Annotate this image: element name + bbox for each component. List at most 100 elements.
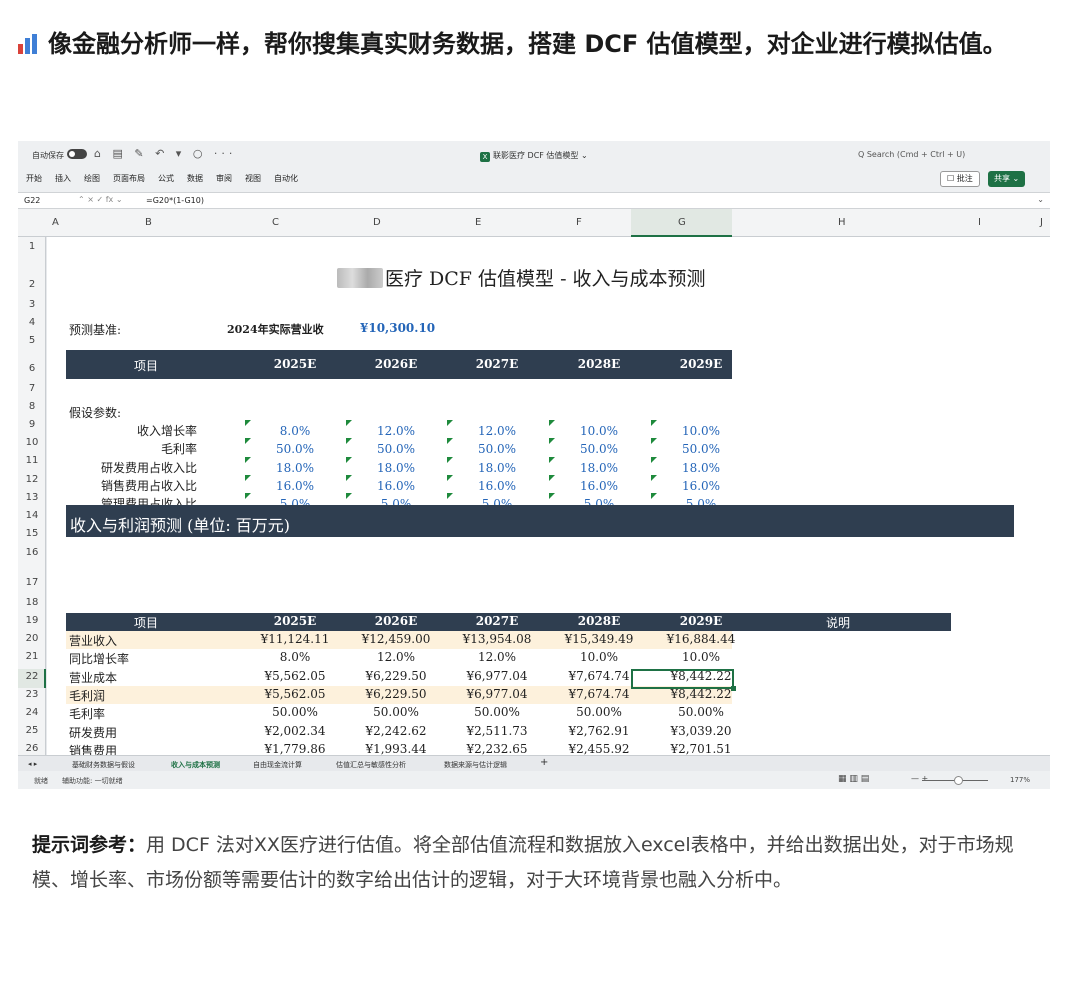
column-header-F[interactable]: F — [576, 217, 582, 228]
sheet-tab-3[interactable]: 估值汇总与敏感性分析 — [336, 760, 406, 770]
row-header-21[interactable]: 21 — [18, 651, 46, 662]
assumption-value[interactable]: 50.0% — [346, 442, 446, 456]
column-header-C[interactable]: C — [272, 217, 279, 228]
assumption-value[interactable]: 18.0% — [651, 461, 751, 475]
table-cell[interactable]: ¥16,884.44 — [651, 632, 751, 646]
ribbon-tab-6[interactable]: 审阅 — [216, 174, 232, 183]
table-cell[interactable]: ¥1,779.86 — [245, 742, 345, 755]
column-header-J[interactable]: J — [1040, 217, 1043, 228]
row-header-20[interactable]: 20 — [18, 633, 46, 644]
row-header-12[interactable]: 12 — [18, 474, 46, 485]
row-header-14[interactable]: 14 — [18, 510, 46, 521]
autosave-toggle[interactable] — [67, 149, 87, 159]
row-header-11[interactable]: 11 — [18, 455, 46, 466]
row-header-6[interactable]: 6 — [18, 363, 46, 374]
table-cell[interactable]: ¥5,562.05 — [245, 687, 345, 701]
row-header-10[interactable]: 10 — [18, 437, 46, 448]
assumption-value[interactable]: 12.0% — [447, 424, 547, 438]
row-header-19[interactable]: 19 — [18, 615, 46, 626]
table-cell[interactable]: ¥6,977.04 — [447, 669, 547, 683]
table-cell[interactable]: 10.0% — [549, 650, 649, 664]
row-header-1[interactable]: 1 — [18, 241, 46, 252]
table-cell[interactable]: ¥6,229.50 — [346, 669, 446, 683]
column-header-H[interactable]: H — [838, 217, 846, 228]
quick-access-icons[interactable]: ⌂ ▤ ✎ ↶ ▾ ○ ··· — [94, 147, 236, 160]
assumption-value[interactable]: 18.0% — [346, 461, 446, 475]
table-cell[interactable]: ¥2,455.92 — [549, 742, 649, 755]
assumption-value[interactable]: 16.0% — [447, 479, 547, 493]
ribbon-tab-5[interactable]: 数据 — [187, 174, 203, 183]
share-button[interactable]: 共享 ⌄ — [988, 171, 1026, 187]
accessibility-status[interactable]: 辅助功能: 一切就绪 — [62, 776, 123, 786]
row-header-8[interactable]: 8 — [18, 401, 46, 412]
row-header-23[interactable]: 23 — [18, 689, 46, 700]
row-header-24[interactable]: 24 — [18, 707, 46, 718]
assumption-value[interactable]: 50.0% — [651, 442, 751, 456]
view-mode-icons[interactable]: ▦ ▥ ▤ — [838, 774, 869, 784]
column-header-E[interactable]: E — [475, 217, 481, 228]
ribbon-tab-2[interactable]: 绘图 — [84, 174, 100, 183]
sheet-tab-0[interactable]: 基础财务数据与假设 — [72, 760, 135, 770]
ribbon-tab-0[interactable]: 开始 — [26, 174, 42, 183]
assumption-value[interactable]: 10.0% — [651, 424, 751, 438]
table-cell[interactable]: ¥2,511.73 — [447, 724, 547, 738]
assumption-value[interactable]: 50.0% — [447, 442, 547, 456]
tab-nav-arrows[interactable]: ◂ ▸ — [28, 760, 37, 768]
assumption-value[interactable]: 18.0% — [447, 461, 547, 475]
table-cell[interactable]: 50.00% — [346, 705, 446, 719]
row-header-2[interactable]: 2 — [18, 279, 46, 290]
row-header-5[interactable]: 5 — [18, 335, 46, 346]
assumption-value[interactable]: 16.0% — [245, 479, 345, 493]
row-header-16[interactable]: 16 — [18, 547, 46, 558]
table-cell[interactable]: ¥2,701.51 — [651, 742, 751, 755]
cell-reference[interactable]: G22 — [24, 196, 40, 205]
column-header-B[interactable]: B — [145, 217, 152, 228]
row-header-25[interactable]: 25 — [18, 725, 46, 736]
row-header-3[interactable]: 3 — [18, 299, 46, 310]
document-title[interactable]: X 联影医疗 DCF 估值模型 ⌄ — [480, 150, 588, 162]
ribbon-tab-7[interactable]: 视图 — [245, 174, 261, 183]
table-cell[interactable]: ¥2,002.34 — [245, 724, 345, 738]
row-header-17[interactable]: 17 — [18, 577, 46, 588]
row-header-15[interactable]: 15 — [18, 528, 46, 539]
table-cell[interactable]: ¥2,232.65 — [447, 742, 547, 755]
row-header-18[interactable]: 18 — [18, 597, 46, 608]
table-cell[interactable]: ¥11,124.11 — [245, 632, 345, 646]
table-cell[interactable]: 10.0% — [651, 650, 751, 664]
table-cell[interactable]: 50.00% — [651, 705, 751, 719]
column-header-A[interactable]: A — [52, 217, 59, 228]
table-cell[interactable]: 50.00% — [549, 705, 649, 719]
column-header-D[interactable]: D — [373, 217, 381, 228]
table-cell[interactable]: ¥5,562.05 — [245, 669, 345, 683]
row-header-9[interactable]: 9 — [18, 419, 46, 430]
ribbon-tab-1[interactable]: 插入 — [55, 174, 71, 183]
chevron-down-icon[interactable]: ⌄ — [1037, 195, 1044, 204]
row-header-22[interactable]: 22 — [18, 671, 46, 682]
table-cell[interactable]: ¥12,459.00 — [346, 632, 446, 646]
column-header-I[interactable]: I — [978, 217, 981, 228]
sheet-tab-2[interactable]: 自由现金流计算 — [253, 760, 302, 770]
table-cell[interactable]: ¥2,242.62 — [346, 724, 446, 738]
active-cell-g22[interactable] — [631, 669, 736, 691]
column-header-G[interactable]: G — [678, 217, 686, 228]
table-cell[interactable]: 12.0% — [346, 650, 446, 664]
comment-button[interactable]: ☐ 批注 — [940, 171, 980, 187]
assumption-value[interactable]: 50.0% — [245, 442, 345, 456]
search-box[interactable]: Q Search (Cmd + Ctrl + U) — [858, 150, 965, 159]
assumption-value[interactable]: 12.0% — [346, 424, 446, 438]
formula-input[interactable]: =G20*(1-G10) — [146, 196, 204, 205]
table-cell[interactable]: ¥1,993.44 — [346, 742, 446, 755]
assumption-value[interactable]: 16.0% — [651, 479, 751, 493]
row-header-4[interactable]: 4 — [18, 317, 46, 328]
table-cell[interactable]: ¥13,954.08 — [447, 632, 547, 646]
table-cell[interactable]: ¥3,039.20 — [651, 724, 751, 738]
row-header-13[interactable]: 13 — [18, 492, 46, 503]
table-cell[interactable]: 50.00% — [245, 705, 345, 719]
table-cell[interactable]: ¥6,977.04 — [447, 687, 547, 701]
zoom-controls[interactable]: — + — [911, 774, 928, 783]
assumption-value[interactable]: 16.0% — [549, 479, 649, 493]
sheet-grid[interactable]: 医疗 DCF 估值模型 - 收入与成本预测 预测基准: 2024年实际营业收 ¥… — [47, 237, 1050, 755]
ribbon-tab-8[interactable]: 自动化 — [274, 174, 298, 183]
assumption-value[interactable]: 18.0% — [549, 461, 649, 475]
row-header-7[interactable]: 7 — [18, 383, 46, 394]
